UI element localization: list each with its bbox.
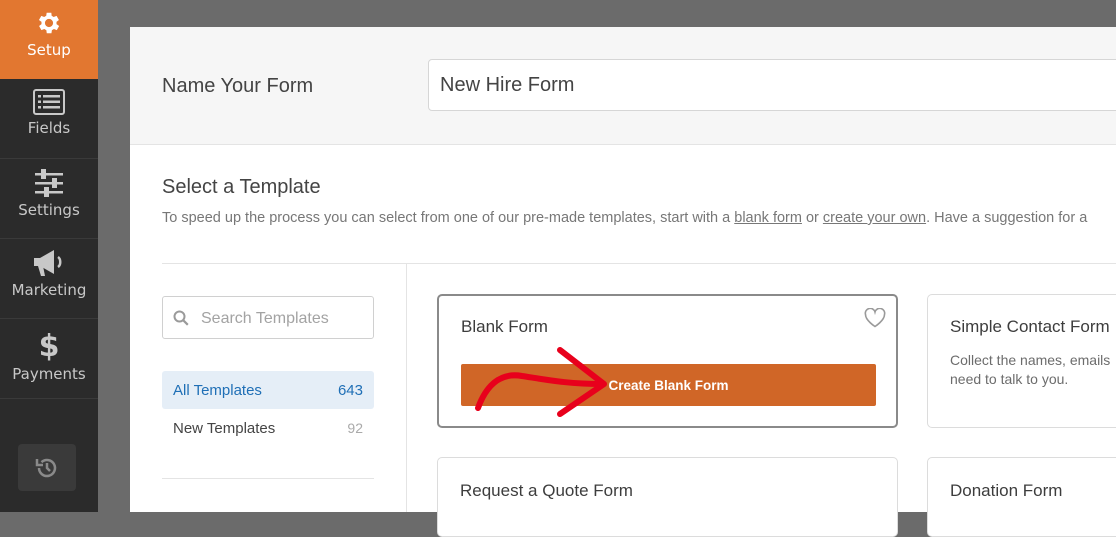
sidebar-item-label: Marketing <box>11 281 87 299</box>
divider <box>162 263 1116 264</box>
category-all-templates[interactable]: All Templates 643 <box>162 371 374 409</box>
template-card-simple-contact-form[interactable]: Simple Contact Form Collect the names, e… <box>927 294 1116 428</box>
sidebar-item-label: Setup <box>27 41 71 59</box>
template-card-description: Collect the names, emails need to talk to… <box>950 352 1111 387</box>
template-card-request-a-quote-form[interactable]: Request a Quote Form <box>437 457 898 537</box>
category-new-templates[interactable]: New Templates 92 <box>162 409 374 447</box>
category-label: New Templates <box>173 419 276 437</box>
sidebar-item-fields[interactable]: Fields <box>0 80 98 159</box>
history-icon <box>35 458 57 477</box>
divider <box>406 264 407 512</box>
sidebar-item-marketing[interactable]: Marketing <box>0 240 98 319</box>
sidebar-item-payments[interactable]: $ Payments <box>0 320 98 399</box>
search-input[interactable] <box>199 305 371 333</box>
sidebar-item-settings[interactable]: Settings <box>0 160 98 239</box>
template-search[interactable] <box>162 296 374 339</box>
template-card-title: Blank Form <box>461 317 548 336</box>
category-count: 643 <box>337 381 363 399</box>
sidebar-item-label: Payments <box>12 365 86 383</box>
sidebar-item-label: Fields <box>27 119 71 137</box>
template-card-title: Donation Form <box>950 481 1063 500</box>
search-icon <box>173 310 189 326</box>
select-template-description: To speed up the process you can select f… <box>162 210 1088 226</box>
divider <box>162 478 374 479</box>
select-template-heading: Select a Template <box>162 176 321 198</box>
revisions-button[interactable] <box>18 444 76 491</box>
list-icon <box>33 89 65 115</box>
megaphone-icon <box>34 250 62 276</box>
category-count: 92 <box>347 420 363 436</box>
template-card-donation-form[interactable]: Donation Form <box>927 457 1116 537</box>
sidebar-item-label: Settings <box>18 201 80 219</box>
form-name-section: Name Your Form <box>130 27 1116 145</box>
dollar-icon: $ <box>39 329 60 361</box>
category-label: All Templates <box>173 381 262 399</box>
form-name-label: Name Your Form <box>162 75 314 97</box>
form-name-input[interactable] <box>428 59 1116 111</box>
sliders-icon <box>35 169 63 197</box>
builder-sidebar: Setup Fields Settings Marketing $ Paymen… <box>0 0 98 512</box>
template-card-title: Request a Quote Form <box>460 481 633 500</box>
heart-icon[interactable] <box>864 308 886 328</box>
annotation-arrow-icon <box>475 347 607 417</box>
sidebar-item-setup[interactable]: Setup <box>0 0 98 79</box>
create-your-own-link[interactable]: create your own <box>823 210 926 226</box>
template-card-title: Simple Contact Form <box>950 317 1110 336</box>
gear-icon <box>38 12 60 34</box>
svg-text:$: $ <box>39 329 60 361</box>
setup-panel: Name Your Form Select a Template To spee… <box>130 27 1116 537</box>
blank-form-link[interactable]: blank form <box>734 210 802 226</box>
